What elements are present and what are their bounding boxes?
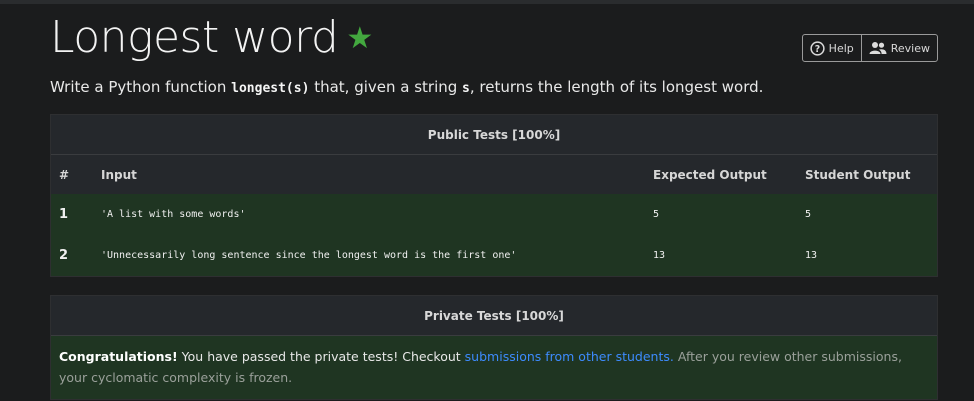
row-input: 'A list with some words' <box>101 209 246 220</box>
other-submissions-link[interactable]: submissions from other students. <box>465 349 674 364</box>
review-label: Review <box>890 41 930 55</box>
problem-description: Write a Python function longest(s) that,… <box>50 78 938 96</box>
public-tests-panel: Public Tests [100%] # Input Expected Out… <box>50 114 938 277</box>
svg-text:?: ? <box>814 43 819 54</box>
description-text-1: Write a Python function <box>50 78 232 96</box>
description-text-2: that, given a string <box>309 78 463 96</box>
parameter-name: s <box>462 81 470 96</box>
row-expected-output: 13 <box>653 250 666 261</box>
description-text-3: , returns the length of its longest word… <box>469 78 764 96</box>
row-number: 2 <box>59 248 69 263</box>
private-tests-panel: Private Tests [100%] Congratulations! Yo… <box>50 295 938 400</box>
column-header-number: # <box>51 155 101 194</box>
row-number: 1 <box>59 207 69 222</box>
private-tests-message: Congratulations! You have passed the pri… <box>51 336 937 399</box>
private-tests-text: You have passed the private tests! Check… <box>177 349 465 364</box>
help-label: Help <box>828 41 854 55</box>
page-title: Longest word ★ <box>50 16 373 60</box>
page-header: Longest word ★ ? Help Review <box>50 4 938 74</box>
star-icon: ★ <box>346 21 373 56</box>
help-button[interactable]: ? Help <box>803 35 861 61</box>
users-icon <box>869 41 887 55</box>
main-container: Longest word ★ ? Help Review Write a Pyth… <box>50 4 938 400</box>
public-tests-title: Public Tests [100%] <box>51 115 937 155</box>
column-header-student: Student Output <box>805 155 937 194</box>
review-button[interactable]: Review <box>860 35 937 61</box>
help-icon: ? <box>810 40 825 56</box>
column-header-expected: Expected Output <box>653 155 805 194</box>
table-header-row: # Input Expected Output Student Output <box>51 155 937 194</box>
congratulations-text: Congratulations! <box>59 349 178 364</box>
page-title-text: Longest word <box>50 12 339 63</box>
row-student-output: 13 <box>805 250 818 261</box>
private-tests-title: Private Tests [100%] <box>51 296 937 336</box>
function-signature: longest(s) <box>231 81 310 96</box>
header-button-group: ? Help Review <box>801 34 938 62</box>
table-row: 2 'Unnecessarily long sentence since the… <box>51 235 937 276</box>
row-input: 'Unnecessarily long sentence since the l… <box>101 250 517 261</box>
column-header-input: Input <box>101 155 653 194</box>
row-student-output: 5 <box>805 209 812 220</box>
row-expected-output: 5 <box>653 209 660 220</box>
public-tests-table: # Input Expected Output Student Output 1… <box>51 155 937 276</box>
table-row: 1 'A list with some words' 5 5 <box>51 194 937 235</box>
